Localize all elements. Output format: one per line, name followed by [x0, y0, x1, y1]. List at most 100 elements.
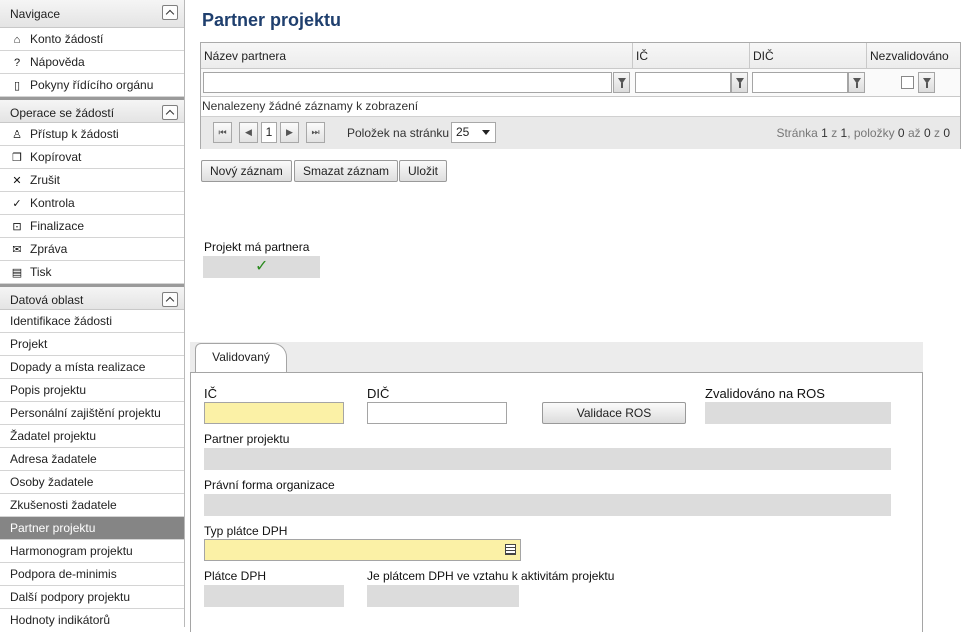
column-header-nazev[interactable]: Název partnera	[201, 43, 633, 69]
home-icon: ⌂	[13, 34, 21, 46]
list-icon[interactable]	[505, 544, 516, 555]
delete-record-button[interactable]: Smazat záznam	[294, 160, 399, 182]
filter-icon[interactable]	[848, 72, 865, 93]
filter-row	[201, 69, 960, 97]
nav-item-kontrola[interactable]: ✓ Kontrola	[0, 192, 184, 215]
next-page-icon[interactable]: ▶	[280, 122, 299, 143]
column-header-ic[interactable]: IČ	[633, 43, 750, 69]
section-header-navigace[interactable]: Navigace	[0, 0, 184, 28]
vat-activity-field	[367, 585, 519, 607]
column-header-nezvalidovano[interactable]: Nezvalidováno	[867, 43, 962, 69]
checkmark-icon: ✓	[255, 258, 269, 275]
tab-validovany[interactable]: Validovaný	[195, 343, 287, 373]
copy-icon: ❐	[12, 152, 22, 164]
first-page-icon[interactable]: ⏮	[213, 122, 232, 143]
collapse-icon[interactable]	[162, 105, 178, 120]
has-partner-checkbox: ✓	[203, 256, 320, 278]
new-record-button[interactable]: Nový záznam	[201, 160, 292, 182]
ic-field[interactable]	[204, 402, 344, 424]
column-header-dic[interactable]: DIČ	[750, 43, 867, 69]
nav-item-label: Kontrola	[30, 196, 75, 210]
vat-type-label: Typ plátce DPH	[204, 524, 288, 538]
vat-type-select[interactable]	[204, 539, 521, 561]
nav-item-adresa[interactable]: Adresa žadatele	[0, 448, 184, 471]
nav-item-pristup[interactable]: ♙ Přístup k žádosti	[0, 123, 184, 146]
page-number-input[interactable]: 1	[261, 122, 277, 143]
nav-item-personalni[interactable]: Personální zajištění projektu	[0, 402, 184, 425]
section-header-operace[interactable]: Operace se žádostí	[0, 97, 184, 123]
nav-item-pokyny[interactable]: ▯ Pokyny řídícího orgánu	[0, 74, 184, 97]
tab-panel: IČ DIČ Validace ROS Zvalidováno na ROS P…	[190, 372, 923, 632]
envelope-icon: ✉	[12, 244, 22, 256]
main-content: Partner projektu Název partnera IČ DIČ N…	[185, 0, 969, 632]
nav-item-label: Finalizace	[30, 219, 85, 233]
pager: ⏮ ◀ 1 ▶ ⏭ Položek na stránku 25 Stránka …	[201, 116, 960, 149]
nav-item-zadatel[interactable]: Žadatel projektu	[0, 425, 184, 448]
nav-item-label: Konto žádostí	[30, 32, 104, 46]
validate-ros-button[interactable]: Validace ROS	[542, 402, 686, 424]
legal-form-field	[204, 494, 891, 516]
nav-item-dalsi-podpory[interactable]: Další podpory projektu	[0, 586, 184, 609]
vat-payer-field	[204, 585, 344, 607]
nav-item-identifikace[interactable]: Identifikace žádosti	[0, 310, 184, 333]
vat-activity-label: Je plátcem DPH ve vztahu k aktivitám pro…	[367, 569, 615, 583]
partner-grid: Název partnera IČ DIČ Nezvalidováno Nena…	[200, 42, 961, 149]
print-icon: ▤	[11, 267, 23, 279]
lock-icon: ⊡	[12, 221, 22, 233]
nav-item-napoveda[interactable]: ? Nápověda	[0, 51, 184, 74]
nav-item-label: Kopírovat	[30, 150, 82, 164]
filter-icon[interactable]	[613, 72, 630, 93]
nav-item-label: Zrušit	[30, 173, 60, 187]
nav-item-partner[interactable]: Partner projektu	[0, 517, 184, 540]
filter-input-ic[interactable]	[635, 72, 731, 93]
collapse-icon[interactable]	[162, 292, 178, 307]
nav-item-indikatory[interactable]: Hodnoty indikátorů	[0, 609, 184, 627]
nav-item-harmonogram[interactable]: Harmonogram projektu	[0, 540, 184, 563]
nav-item-osoby[interactable]: Osoby žadatele	[0, 471, 184, 494]
filter-icon[interactable]	[918, 72, 935, 93]
collapse-icon[interactable]	[162, 5, 178, 20]
pager-info: Stránka 1 z 1, položky 0 až 0 z 0	[776, 126, 950, 140]
nav-item-tisk[interactable]: ▤ Tisk	[0, 261, 184, 284]
book-icon: ▯	[13, 80, 21, 92]
filter-input-nazev[interactable]	[203, 72, 612, 93]
user-icon: ♙	[12, 129, 22, 141]
nav-item-projekt[interactable]: Projekt	[0, 333, 184, 356]
nav-item-popis[interactable]: Popis projektu	[0, 379, 184, 402]
partner-field	[204, 448, 891, 470]
page-title: Partner projektu	[202, 10, 342, 30]
filter-icon[interactable]	[731, 72, 748, 93]
nav-item-label: Tisk	[30, 265, 52, 279]
page-size-select[interactable]: 25	[451, 122, 496, 143]
nav-item-zrusit[interactable]: ✕ Zrušit	[0, 169, 184, 192]
help-icon: ?	[13, 57, 21, 69]
save-button[interactable]: Uložit	[399, 160, 448, 182]
last-page-icon[interactable]: ⏭	[306, 122, 325, 143]
section-header-datova-oblast[interactable]: Datová oblast	[0, 284, 184, 310]
nav-item-label: Pokyny řídícího orgánu	[30, 78, 154, 92]
ic-label: IČ	[204, 386, 217, 401]
validated-field	[705, 402, 891, 424]
nav-item-label: Nápověda	[30, 55, 85, 69]
vat-payer-label: Plátce DPH	[204, 569, 267, 583]
nav-item-label: Zpráva	[30, 242, 68, 256]
prev-page-icon[interactable]: ◀	[239, 122, 258, 143]
nav-item-finalizace[interactable]: ⊡ Finalizace	[0, 215, 184, 238]
nav-item-zprava[interactable]: ✉ Zpráva	[0, 238, 184, 261]
legal-form-label: Právní forma organizace	[204, 478, 335, 492]
tab-strip: Validovaný	[190, 342, 923, 373]
nav-item-deminimis[interactable]: Podpora de-minimis	[0, 563, 184, 586]
cancel-icon: ✕	[12, 175, 22, 187]
has-partner-label: Projekt má partnera	[204, 240, 310, 254]
filter-checkbox[interactable]	[901, 76, 914, 89]
nav-item-zkusenosti[interactable]: Zkušenosti žadatele	[0, 494, 184, 517]
section-title: Navigace	[10, 7, 61, 21]
filter-input-dic[interactable]	[752, 72, 848, 93]
page-size-label: Položek na stránku	[347, 126, 450, 140]
dic-field[interactable]	[367, 402, 507, 424]
nav-item-dopady[interactable]: Dopady a místa realizace	[0, 356, 184, 379]
nav-item-kopirovat[interactable]: ❐ Kopírovat	[0, 146, 184, 169]
nav-item-konto[interactable]: ⌂ Konto žádostí	[0, 28, 184, 51]
section-title: Operace se žádostí	[10, 106, 115, 120]
dic-label: DIČ	[367, 386, 390, 401]
